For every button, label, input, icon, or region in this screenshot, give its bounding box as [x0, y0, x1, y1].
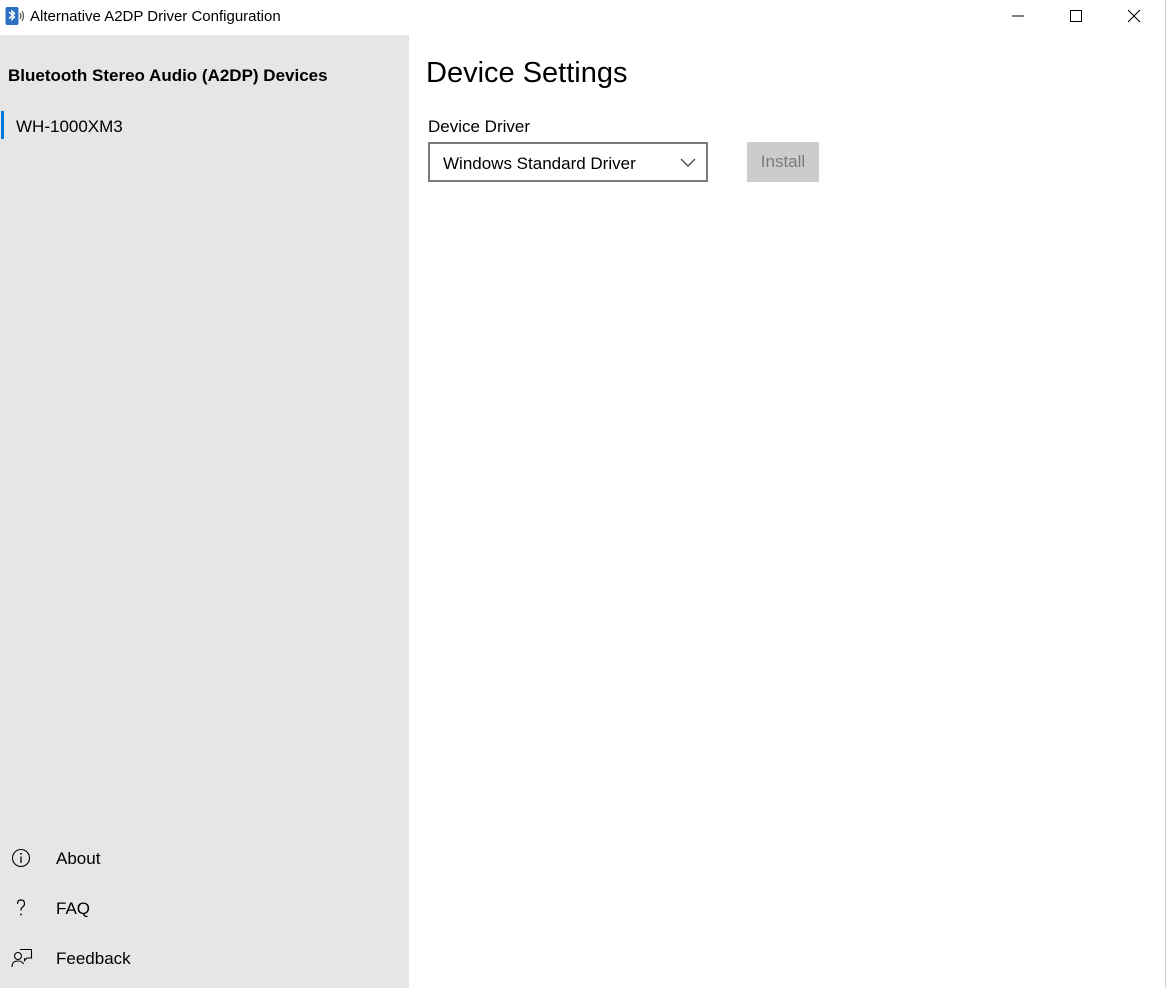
selection-indicator [1, 111, 4, 139]
nav-item-faq[interactable]: FAQ [0, 889, 409, 929]
sidebar: Bluetooth Stereo Audio (A2DP) Devices WH… [0, 35, 409, 988]
nav-feedback-label: Feedback [56, 949, 131, 968]
close-icon [1127, 9, 1141, 23]
feedback-icon [11, 948, 33, 970]
nav-faq-label: FAQ [56, 899, 91, 918]
info-icon [11, 848, 33, 870]
minimize-icon [1012, 10, 1024, 22]
device-item-label: WH-1000XM3 [16, 117, 123, 136]
device-list-item[interactable]: WH-1000XM3 [0, 109, 409, 143]
chevron-down-icon [680, 155, 696, 171]
nav-item-feedback[interactable]: Feedback [0, 939, 409, 979]
nav-about-label: About [56, 849, 101, 868]
main-content: Device Settings Device Driver Windows St… [409, 35, 1165, 988]
nav-item-about[interactable]: About [0, 839, 409, 879]
page-title: Device Settings [426, 57, 628, 89]
bluetooth-audio-icon [5, 6, 25, 26]
question-icon [11, 898, 33, 920]
sidebar-heading: Bluetooth Stereo Audio (A2DP) Devices [8, 66, 328, 85]
window-title: Alternative A2DP Driver Configuration [30, 8, 281, 25]
title-bar[interactable]: Alternative A2DP Driver Configuration [0, 0, 1165, 34]
maximize-button[interactable] [1047, 0, 1105, 32]
install-button[interactable]: Install [747, 142, 819, 182]
device-driver-dropdown[interactable]: Windows Standard Driver [428, 142, 708, 182]
close-button[interactable] [1105, 0, 1163, 32]
minimize-button[interactable] [989, 0, 1047, 32]
device-driver-label: Device Driver [428, 117, 531, 136]
device-driver-selected-value: Windows Standard Driver [443, 154, 636, 173]
maximize-icon [1070, 10, 1082, 22]
app-window: Alternative A2DP Driver Configuration Bl… [0, 0, 1166, 988]
